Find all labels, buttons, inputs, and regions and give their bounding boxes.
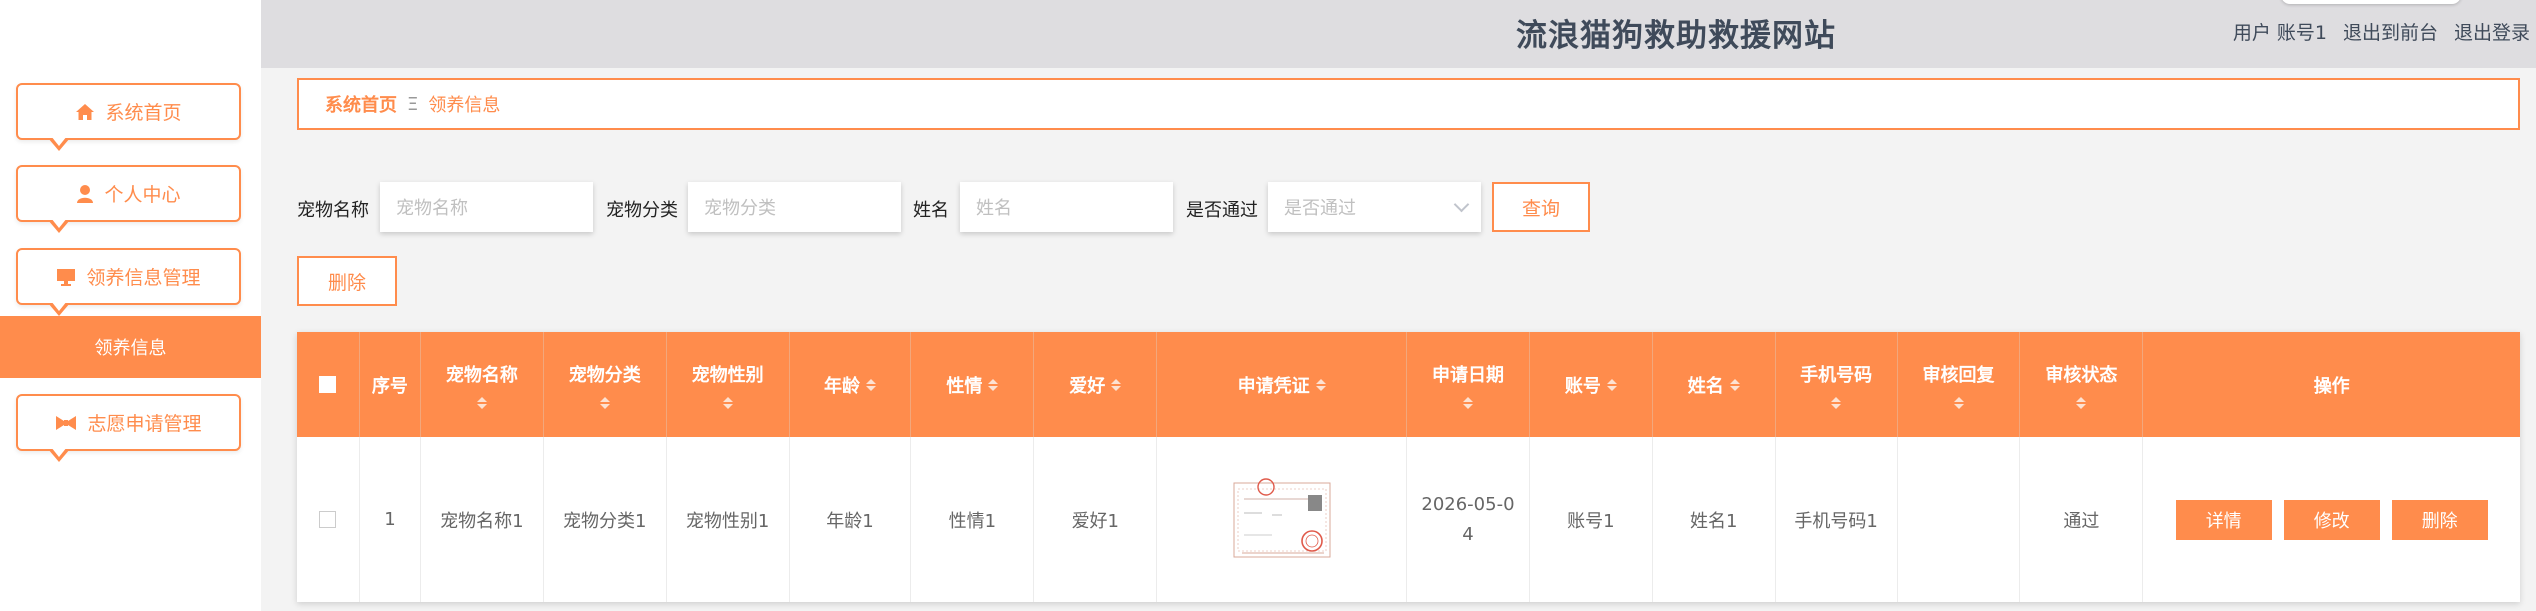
column-header: 操作: [2313, 375, 2350, 397]
top-links: 用户 账号1 退出到前台 退出登录: [2233, 18, 2530, 45]
top-bar: 流浪猫狗救助救援网站 用户 账号1 退出到前台 退出登录: [261, 0, 2536, 68]
adoption-table: 序号 宠物名称 宠物分类 宠物性别 年龄 性情 爱好 申请凭证 申请日期 账号 …: [297, 332, 2520, 602]
cell-phone: 手机号码1: [1776, 437, 1898, 602]
name-placeholder: 姓名: [976, 198, 1012, 219]
sidebar-item-label: 领养信息: [94, 338, 167, 359]
pet-type-input[interactable]: 宠物分类: [688, 182, 901, 232]
sort-icon[interactable]: [866, 378, 876, 391]
column-header[interactable]: 账号: [1530, 332, 1653, 437]
cell-temper: 性情1: [911, 437, 1035, 602]
row-checkbox[interactable]: [319, 511, 337, 528]
cell-pet-gender: 宠物性别1: [667, 437, 790, 602]
table-header: 序号 宠物名称 宠物分类 宠物性别 年龄 性情 爱好 申请凭证 申请日期 账号 …: [297, 332, 2520, 437]
column-header[interactable]: 申请日期: [1407, 332, 1530, 437]
column-header[interactable]: 审核状态: [2020, 332, 2144, 437]
site-title: 流浪猫狗救助救援网站: [1516, 18, 1836, 54]
cell-pet-name: 宠物名称1: [421, 437, 544, 602]
sort-icon[interactable]: [1462, 396, 1473, 409]
sidebar-item-home[interactable]: 系统首页: [16, 83, 241, 151]
home-icon: [75, 103, 95, 121]
approved-select[interactable]: 是否通过: [1268, 182, 1481, 232]
bowtie-icon: [55, 415, 77, 431]
sort-icon[interactable]: [2076, 396, 2087, 409]
select-all-checkbox[interactable]: [319, 376, 337, 393]
apply-date-text: 2026-05-04: [1421, 493, 1515, 545]
cell-actions: 详情 修改 删除: [2143, 437, 2520, 602]
sort-icon[interactable]: [599, 396, 610, 409]
chevron-down-icon: [1453, 196, 1470, 213]
name-label: 姓名: [913, 200, 949, 221]
cell-apply-date: 2026-05-04: [1407, 437, 1530, 602]
column-header[interactable]: 性情: [911, 332, 1035, 437]
query-button[interactable]: 查询: [1492, 182, 1590, 232]
breadcrumb-home[interactable]: 系统首页: [325, 91, 397, 117]
approved-placeholder: 是否通过: [1284, 198, 1356, 219]
pet-name-placeholder: 宠物名称: [396, 198, 468, 219]
sort-icon[interactable]: [1315, 378, 1326, 391]
sidebar-item-label: 领养信息管理: [86, 267, 201, 289]
cell-hobby: 爱好1: [1034, 437, 1158, 602]
sort-icon[interactable]: [1831, 396, 1842, 409]
cell-age: 年龄1: [790, 437, 912, 602]
breadcrumb: 系统首页 Ξ 领养信息: [297, 78, 2520, 130]
detail-button[interactable]: 详情: [2175, 499, 2272, 540]
pet-type-placeholder: 宠物分类: [704, 198, 776, 219]
column-header[interactable]: 宠物名称: [421, 332, 544, 437]
name-input[interactable]: 姓名: [960, 182, 1173, 232]
sidebar-item-label: 志愿申请管理: [87, 413, 202, 435]
sort-icon[interactable]: [476, 396, 487, 409]
select-all-cell: [297, 332, 360, 437]
cell-reply: [1898, 437, 2021, 602]
delete-button[interactable]: 删除: [2391, 499, 2488, 540]
cell-name: 姓名1: [1653, 437, 1776, 602]
sidebar-item-adoption-management[interactable]: 领养信息管理: [16, 248, 241, 316]
sort-icon[interactable]: [1606, 378, 1617, 391]
cell-voucher: [1157, 437, 1408, 602]
sort-icon[interactable]: [1111, 378, 1122, 391]
sidebar-item-label: 系统首页: [105, 102, 182, 124]
sort-icon[interactable]: [722, 396, 733, 409]
pet-name-input[interactable]: 宠物名称: [380, 182, 593, 232]
cell-index: 1: [360, 437, 421, 602]
back-to-front-link[interactable]: 退出到前台: [2343, 18, 2438, 45]
cell-status: 通过: [2020, 437, 2144, 602]
breadcrumb-separator: Ξ: [407, 93, 419, 115]
column-header[interactable]: 爱好: [1034, 332, 1158, 437]
monitor-icon: [56, 268, 76, 286]
pet-name-label: 宠物名称: [297, 200, 369, 221]
column-header[interactable]: 宠物分类: [544, 332, 667, 437]
sidebar-item-volunteer-management[interactable]: 志愿申请管理: [16, 394, 241, 462]
batch-delete-button[interactable]: 删除: [297, 256, 397, 306]
sort-icon[interactable]: [988, 378, 999, 391]
column-header: 序号: [360, 332, 421, 437]
table-row: 1 宠物名称1 宠物分类1 宠物性别1 年龄1 性情1 爱好1 2026-05-…: [297, 437, 2520, 602]
edit-button[interactable]: 修改: [2283, 499, 2380, 540]
column-header[interactable]: 申请凭证: [1157, 332, 1408, 437]
logout-link[interactable]: 退出登录: [2454, 18, 2530, 45]
column-header[interactable]: 手机号码: [1776, 332, 1898, 437]
column-header[interactable]: 审核回复: [1898, 332, 2021, 437]
sidebar-item-profile[interactable]: 个人中心: [16, 165, 241, 233]
sidebar-item-adoption-info[interactable]: 领养信息: [0, 316, 261, 378]
sidebar: 系统首页 个人中心 领养信息管理 领养信息 志愿申请管理: [0, 0, 261, 611]
column-header[interactable]: 姓名: [1653, 332, 1776, 437]
column-header[interactable]: 宠物性别: [667, 332, 790, 437]
sort-icon[interactable]: [1729, 378, 1740, 391]
column-header[interactable]: 年龄: [790, 332, 912, 437]
cell-account: 账号1: [1530, 437, 1653, 602]
cell-pet-type: 宠物分类1: [544, 437, 667, 602]
sidebar-item-label: 个人中心: [104, 184, 181, 206]
top-search-pill[interactable]: [2281, 0, 2461, 4]
breadcrumb-current: 领养信息: [428, 95, 501, 116]
pet-type-label: 宠物分类: [606, 200, 678, 221]
current-user: 用户 账号1: [2232, 22, 2327, 44]
approved-label: 是否通过: [1186, 200, 1258, 221]
user-icon: [76, 184, 94, 204]
row-select-cell: [297, 437, 360, 602]
voucher-thumbnail[interactable]: [1232, 475, 1332, 565]
sort-icon[interactable]: [1953, 396, 1964, 409]
